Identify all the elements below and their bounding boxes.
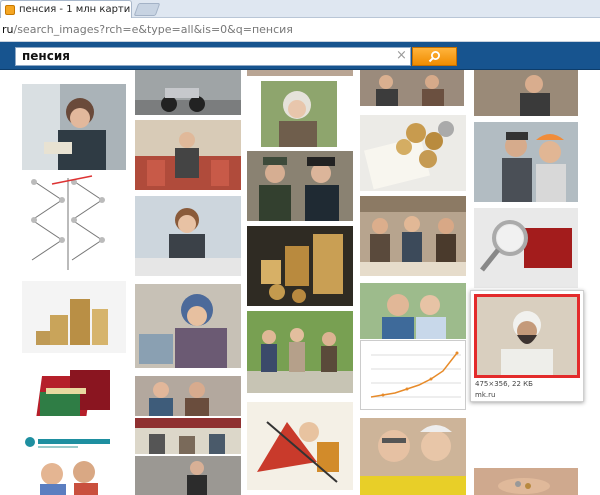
result-thumbnail-woman-at-desk[interactable] (135, 196, 241, 276)
result-thumbnail-wallet[interactable] (22, 362, 126, 432)
search-band: пенсия × (0, 42, 600, 70)
result-thumbnail-motorcycles[interactable] (135, 70, 241, 115)
result-thumbnail-cartoon[interactable] (247, 402, 353, 490)
search-button[interactable] (412, 47, 457, 66)
address-bar[interactable]: ru/search_images?rch=e&type=all&is=0&q=п… (0, 18, 600, 42)
new-tab-button[interactable] (133, 3, 161, 16)
preview-image[interactable] (474, 294, 580, 378)
result-thumbnail-diagram[interactable] (22, 170, 116, 278)
result-thumbnail-coins[interactable] (247, 226, 353, 306)
favicon-icon (5, 4, 15, 15)
result-thumbnail-woman-counting-money[interactable] (22, 84, 126, 170)
image-preview-popup[interactable]: 475×356, 22 КБ mk.ru (470, 290, 584, 402)
result-thumbnail-hands-coins[interactable] (474, 468, 578, 495)
magnifier-icon (428, 51, 440, 63)
result-thumbnail-street[interactable] (135, 456, 241, 495)
result-thumbnail-people-top[interactable] (474, 70, 578, 116)
address-url[interactable]: ru/search_images?rch=e&type=all&is=0&q=п… (0, 23, 293, 36)
result-thumbnail-old-woman-scarf[interactable] (261, 81, 337, 147)
result-thumbnail-people-crowd[interactable] (360, 70, 464, 106)
result-thumbnail-growth-chart[interactable] (360, 340, 466, 410)
preview-source-link[interactable]: mk.ru (475, 391, 495, 399)
result-thumbnail-magnifier-wallet[interactable] (474, 208, 578, 288)
browser-tab[interactable]: пенсия - 1 млн картинок (0, 0, 132, 18)
result-thumbnail-old-man-chair[interactable] (135, 120, 241, 190)
result-thumbnail-veterans[interactable] (247, 151, 353, 221)
result-thumbnail-happy-couple[interactable] (360, 283, 466, 339)
result-thumbnail-elderly-park[interactable] (247, 311, 353, 393)
search-input[interactable]: пенсия (15, 47, 411, 66)
result-thumbnail-pension-coins[interactable] (360, 115, 466, 191)
preview-image-size: 475×356, 22 КБ (475, 380, 533, 388)
image-results-grid (0, 70, 600, 495)
result-thumbnail-smiling-seniors[interactable] (360, 418, 466, 495)
result-thumbnail-bank-queue[interactable] (135, 418, 241, 454)
result-thumbnail-education-science[interactable] (22, 432, 126, 495)
result-thumbnail-top-strip[interactable] (247, 70, 353, 76)
result-thumbnail-elderly-men[interactable] (135, 376, 241, 416)
result-thumbnail-elderly-group[interactable] (474, 122, 578, 202)
tab-strip: пенсия - 1 млн картинок (0, 0, 600, 18)
clear-search-icon[interactable]: × (396, 49, 407, 62)
result-thumbnail-woman-in-hat[interactable] (135, 284, 241, 368)
result-thumbnail-office-group[interactable] (360, 196, 466, 276)
result-thumbnail-coin-stacks[interactable] (22, 281, 126, 353)
tab-title: пенсия - 1 млн картинок (19, 4, 131, 15)
